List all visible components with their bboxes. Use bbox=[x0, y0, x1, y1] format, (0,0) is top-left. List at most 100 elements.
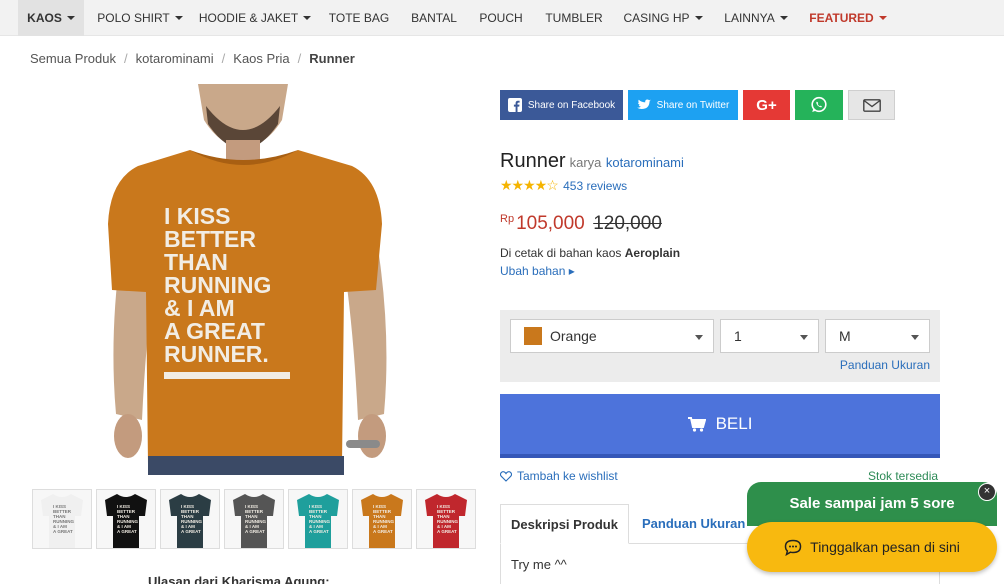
share-twitter-label: Share on Twitter bbox=[656, 99, 730, 111]
nav-item-featured[interactable]: FEATURED bbox=[806, 0, 890, 36]
breadcrumb-separator: / bbox=[297, 51, 302, 66]
nav-item-bantal[interactable]: BANTAL bbox=[406, 0, 462, 36]
size-select[interactable]: M bbox=[825, 319, 930, 353]
close-icon[interactable]: × bbox=[978, 483, 996, 501]
breadcrumb: Semua Produk / kotarominami / Kaos Pria / Runn… bbox=[30, 51, 355, 66]
thumbnail-gray[interactable]: I KISS BETTER THAN RUNNING & I AM A GREAT bbox=[224, 489, 284, 549]
nav-item-label: BANTAL bbox=[411, 11, 457, 25]
caret-down-icon bbox=[779, 16, 788, 20]
nav-item-label: LAINNYA bbox=[724, 11, 775, 25]
whatsapp-icon bbox=[811, 96, 827, 113]
stock-status: Stok tersedia bbox=[868, 469, 939, 483]
thumbnail-teal[interactable]: I KISS BETTER THAN RUNNING & I AM A GREAT bbox=[288, 489, 348, 549]
color-swatch bbox=[524, 327, 542, 345]
caret-down-icon bbox=[694, 16, 703, 20]
nav-item-label: POUCH bbox=[479, 11, 523, 25]
buy-button[interactable]: BELI bbox=[500, 394, 940, 458]
share-facebook-label: Share on Facebook bbox=[527, 99, 616, 111]
change-material-link[interactable]: Ubah bahan ▸ bbox=[500, 264, 575, 278]
currency-label: Rp bbox=[500, 213, 515, 225]
leave-message-label: Tinggalkan pesan di sini bbox=[810, 539, 960, 555]
nav-item-lainnya[interactable]: LAINNYA bbox=[718, 0, 794, 36]
quantity-select[interactable]: 1 bbox=[720, 319, 819, 353]
nav-item-label: HOODIE & JAKET bbox=[198, 11, 299, 25]
thumbnail-shirt-icon: I KISSBETTERTHANRUNNING& I AMA GREAT bbox=[361, 494, 403, 548]
google-plus-icon: G+ bbox=[756, 96, 777, 114]
tab-description[interactable]: Deskripsi Produk bbox=[500, 504, 629, 544]
share-facebook-button[interactable]: Share on Facebook bbox=[500, 90, 623, 120]
description-text: Try me ^^ bbox=[511, 557, 567, 572]
caret-down-icon bbox=[303, 16, 312, 20]
top-navigation: KAOS POLO SHIRT HOODIE & JAKET TOTE BAG … bbox=[0, 0, 1004, 36]
chat-widget: Sale sampai jam 5 sore Tinggalkan pesan … bbox=[747, 482, 997, 576]
shopping-cart-icon bbox=[687, 416, 706, 432]
nav-item-casing-hp[interactable]: CASING HP bbox=[620, 0, 706, 36]
breadcrumb-separator: / bbox=[124, 51, 128, 66]
dropdown-arrow-icon bbox=[800, 335, 808, 340]
dropdown-arrow-icon bbox=[911, 335, 919, 340]
leave-message-button[interactable]: Tinggalkan pesan di sini bbox=[747, 522, 997, 572]
thumbnail-print-line: A GREAT bbox=[245, 529, 265, 534]
thumbnail-black[interactable]: I KISS BETTER THAN RUNNING & I AM A GREAT bbox=[96, 489, 156, 549]
thumbnail-print-line: A GREAT bbox=[309, 529, 329, 534]
chat-bubble-icon bbox=[784, 539, 802, 556]
current-price: 105,000 bbox=[516, 213, 585, 234]
thumbnail-white[interactable]: I KISS BETTER THAN RUNNING & I AM A GREAT bbox=[32, 489, 92, 549]
reviews-link[interactable]: 453 reviews bbox=[563, 179, 627, 193]
breadcrumb-link-designer[interactable]: kotarominami bbox=[136, 51, 214, 66]
thumbnail-shirt-icon: I KISSBETTERTHANRUNNING& I AMA GREAT bbox=[41, 494, 83, 548]
thumbnail-red[interactable]: I KISS BETTER THAN RUNNING & I AM A GREAT bbox=[416, 489, 476, 549]
nav-item-label: TUMBLER bbox=[545, 11, 603, 25]
nav-item-polo-shirt[interactable]: POLO SHIRT bbox=[95, 0, 185, 36]
shirt-print-line: RUNNER. bbox=[164, 341, 269, 367]
product-rating: ★★★★☆ 453 reviews bbox=[500, 177, 627, 194]
thumbnail-shirt-icon: I KISSBETTERTHANRUNNING& I AMA GREAT bbox=[105, 494, 147, 548]
thumbnail-shirt-icon: I KISSBETTERTHANRUNNING& I AMA GREAT bbox=[233, 494, 275, 548]
nav-item-kaos[interactable]: KAOS bbox=[18, 0, 84, 36]
heart-icon bbox=[500, 470, 512, 482]
share-email-button[interactable] bbox=[848, 90, 895, 120]
thumbnail-print-line: A GREAT bbox=[53, 529, 73, 534]
breadcrumb-link-all-products[interactable]: Semua Produk bbox=[30, 51, 116, 66]
thumbnail-shirt-icon: I KISSBETTERTHANRUNNING& I AMA GREAT bbox=[425, 494, 467, 548]
thumbnail-dark-teal[interactable]: I KISS BETTER THAN RUNNING & I AM A GREAT bbox=[160, 489, 220, 549]
twitter-icon bbox=[636, 99, 651, 109]
caret-down-icon bbox=[66, 16, 75, 20]
add-to-wishlist-link[interactable]: Tambah ke wishlist bbox=[500, 469, 618, 483]
thumbnail-orange[interactable]: I KISS BETTER THAN RUNNING & I AM A GREAT bbox=[352, 489, 412, 549]
nav-item-label: CASING HP bbox=[623, 11, 690, 25]
thumbnail-print-line: A GREAT bbox=[437, 529, 457, 534]
share-whatsapp-button[interactable] bbox=[795, 90, 843, 120]
designer-link[interactable]: kotarominami bbox=[606, 155, 684, 170]
share-twitter-button[interactable]: Share on Twitter bbox=[628, 90, 738, 120]
thumbnail-print-line: A GREAT bbox=[181, 529, 201, 534]
breadcrumb-separator: / bbox=[221, 51, 226, 66]
quantity-select-value: 1 bbox=[734, 328, 742, 344]
thumbnail-print-line: A GREAT bbox=[373, 529, 393, 534]
color-select-value: Orange bbox=[550, 328, 597, 344]
product-main-image[interactable]: I KISS BETTER THAN RUNNING & I AM A GREA… bbox=[30, 84, 470, 475]
size-guide-link[interactable]: Panduan Ukuran bbox=[840, 358, 930, 372]
breadcrumb-current: Runner bbox=[309, 51, 355, 66]
share-gplus-button[interactable]: G+ bbox=[743, 90, 790, 120]
tshirt-model-illustration: I KISS BETTER THAN RUNNING & I AM A GREA… bbox=[30, 84, 470, 475]
product-price: Rp 105,000 120,000 bbox=[500, 213, 662, 235]
thumbnail-shirt-icon: I KISSBETTERTHANRUNNING& I AMA GREAT bbox=[169, 494, 211, 548]
sale-banner: Sale sampai jam 5 sore bbox=[747, 482, 997, 526]
thumbnail-shirt-icon: I KISSBETTERTHANRUNNING& I AMA GREAT bbox=[297, 494, 339, 548]
material-name: Aeroplain bbox=[624, 246, 681, 260]
nav-item-label: TOTE BAG bbox=[328, 11, 390, 25]
nav-item-tumbler[interactable]: TUMBLER bbox=[541, 0, 607, 36]
nav-item-tote-bag[interactable]: TOTE BAG bbox=[326, 0, 392, 36]
size-select-value: M bbox=[839, 328, 851, 344]
original-price: 120,000 bbox=[593, 213, 662, 234]
nav-item-pouch[interactable]: POUCH bbox=[474, 0, 528, 36]
product-name: Runner bbox=[500, 150, 566, 172]
breadcrumb-link-category[interactable]: Kaos Pria bbox=[233, 51, 289, 66]
nav-item-label: KAOS bbox=[27, 11, 62, 25]
material-info: Di cetak di bahan kaos Aeroplain bbox=[500, 246, 680, 260]
nav-item-hoodie-jaket[interactable]: HOODIE & JAKET bbox=[198, 0, 312, 36]
color-select[interactable]: Orange bbox=[510, 319, 714, 353]
tab-size-guide[interactable]: Panduan Ukuran bbox=[632, 504, 755, 544]
wishlist-label: Tambah ke wishlist bbox=[517, 469, 618, 483]
